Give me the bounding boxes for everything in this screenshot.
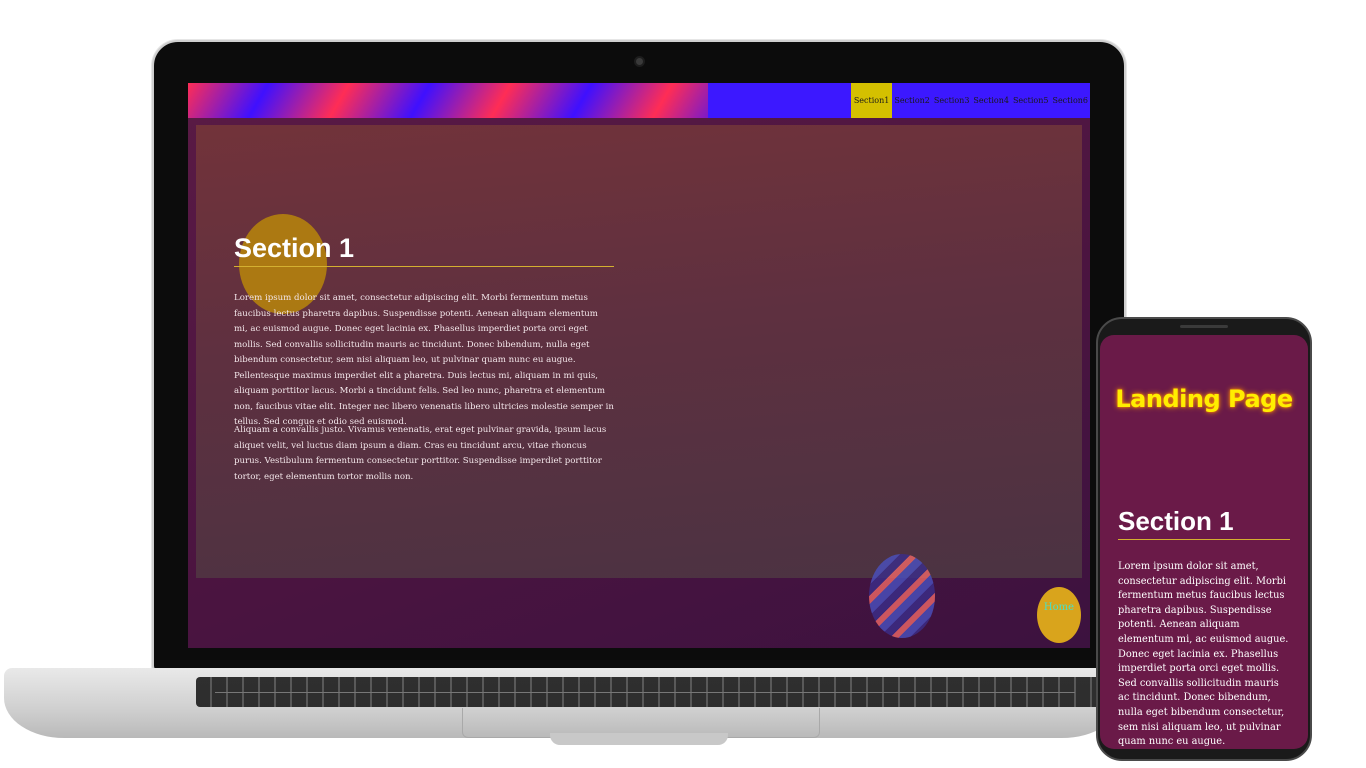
nav-item-section6[interactable]: Section6 [1050,83,1090,118]
section-paragraph: Aliquam a convallis justo. Vivamus venen… [234,425,607,482]
nav-item-section4[interactable]: Section4 [971,83,1011,118]
nav-item-section3[interactable]: Section3 [932,83,972,118]
navbar: Section1 Section2 Section3 Section4 Sect… [188,83,1090,118]
decorative-striped-circle [869,554,935,638]
section-title: Section 1 [234,233,614,267]
phone-speaker [1180,325,1228,328]
nav-item-section1[interactable]: Section1 [850,83,893,118]
nav-item-section5[interactable]: Section5 [1011,83,1051,118]
phone-screen: Landing Page Section 1 Lorem ipsum dolor… [1100,335,1308,749]
webcam-icon [634,56,645,67]
keyboard-divider [215,692,1075,693]
section-title: Section 1 [1118,506,1290,540]
laptop-screen: Section1 Section2 Section3 Section4 Sect… [188,83,1090,648]
section-paragraph: Lorem ipsum dolor sit amet, consectetur … [1118,561,1289,748]
section-paragraph: Lorem ipsum dolor sit amet, consectetur … [234,293,614,427]
page-title: Landing Page [1115,385,1293,413]
section-card: Section 1 Lorem ipsum dolor sit amet, co… [196,125,1082,638]
nav-menu: Section1 Section2 Section3 Section4 Sect… [850,83,1090,118]
nav-item-section2[interactable]: Section2 [892,83,932,118]
laptop-notch [550,733,728,745]
home-button[interactable]: Home [1037,587,1081,643]
